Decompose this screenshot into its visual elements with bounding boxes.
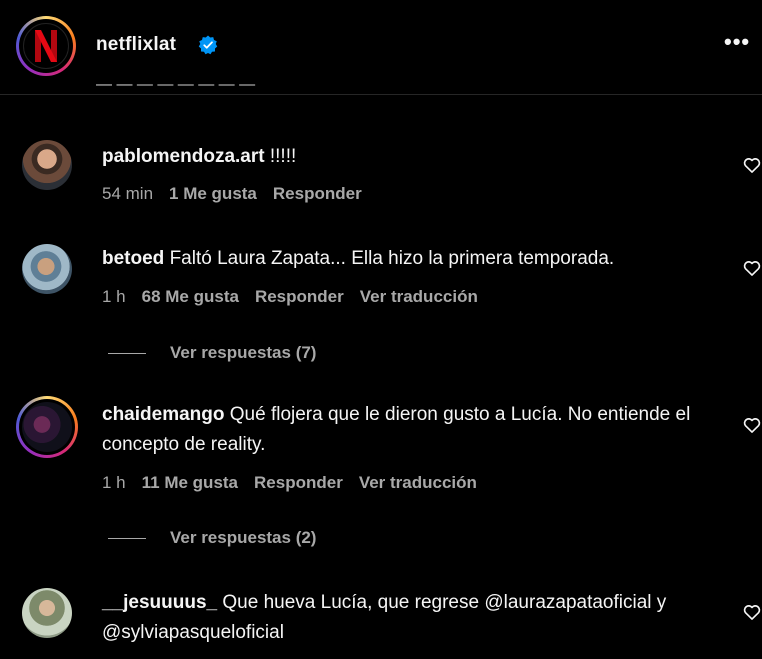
caption-cutoff: — — — — — — — — — [96, 84, 256, 93]
view-replies-button[interactable]: Ver respuestas (7) — [108, 343, 316, 363]
comment-username[interactable]: chaidemango — [102, 404, 224, 425]
account-username[interactable]: netflixlat — [96, 34, 176, 56]
reply-button[interactable]: Responder — [255, 287, 344, 306]
replies-divider — [108, 353, 146, 355]
translate-button[interactable]: Ver traducción — [360, 287, 478, 306]
post-header: netflixlat ••• — — — — — — — — — [0, 0, 762, 95]
likes-count[interactable]: 68 Me gusta — [142, 287, 239, 306]
comment-time: 1 h — [102, 287, 126, 306]
more-options-icon[interactable]: ••• — [724, 31, 750, 53]
comment-username[interactable]: betoed — [102, 248, 164, 269]
profile-avatar[interactable] — [16, 16, 76, 76]
comment-time: 54 min — [102, 184, 154, 203]
comment-username[interactable]: pablomendoza.art — [102, 146, 265, 167]
replies-divider — [108, 538, 146, 540]
reply-button[interactable]: Responder — [273, 184, 362, 203]
comment-text: chaidemango Qué flojera que le dieron gu… — [102, 404, 691, 455]
comment-meta: 54 min 1 Me gusta Responder — [102, 184, 378, 204]
comment-time: 1 h — [102, 473, 126, 492]
heart-icon[interactable] — [742, 602, 762, 622]
heart-icon[interactable] — [742, 258, 762, 278]
comment-username[interactable]: __jesuuuus_ — [102, 592, 217, 613]
verified-badge-icon — [198, 35, 218, 55]
comment-text: pablomendoza.art !!!!! — [102, 146, 297, 167]
netflix-logo-icon — [23, 23, 69, 69]
commenter-avatar[interactable] — [22, 244, 72, 294]
comment-text: betoed Faltó Laura Zapata... Ella hizo l… — [102, 248, 615, 269]
commenter-avatar[interactable] — [22, 140, 72, 190]
translate-button[interactable]: Ver traducción — [359, 473, 477, 492]
comment-meta: 1 h 68 Me gusta Responder Ver traducción — [102, 287, 494, 307]
comment-text: __jesuuuus_ Que hueva Lucía, que regrese… — [102, 592, 667, 643]
comment-meta: 1 h 11 Me gusta Responder Ver traducción — [102, 473, 493, 493]
heart-icon[interactable] — [742, 415, 762, 435]
commenter-avatar[interactable] — [22, 588, 72, 638]
likes-count[interactable]: 1 Me gusta — [169, 184, 257, 203]
reply-button[interactable]: Responder — [254, 473, 343, 492]
commenter-avatar — [22, 402, 72, 452]
likes-count[interactable]: 11 Me gusta — [142, 473, 238, 492]
commenter-avatar-ring[interactable] — [16, 396, 78, 458]
view-replies-button[interactable]: Ver respuestas (2) — [108, 528, 316, 548]
heart-icon[interactable] — [742, 155, 762, 175]
